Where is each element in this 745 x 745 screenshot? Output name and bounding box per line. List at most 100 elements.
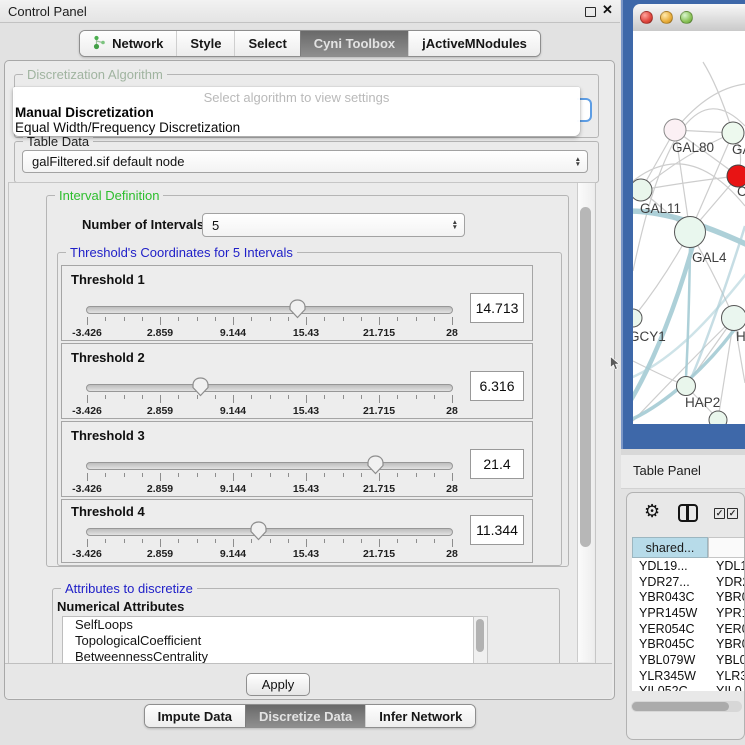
num-intervals-combobox[interactable]: 5 ▲ ▼ bbox=[202, 213, 465, 237]
attributes-group-label: Attributes to discretize bbox=[61, 581, 197, 596]
table-row[interactable]: YBR043CYBR0 bbox=[632, 589, 745, 605]
list-scrollbar[interactable] bbox=[473, 616, 488, 665]
cell: YER054C bbox=[632, 622, 709, 636]
cell: YDR27... bbox=[632, 575, 709, 589]
threshold-slider[interactable] bbox=[86, 306, 453, 314]
vertical-scrollbar-thumb[interactable] bbox=[580, 207, 591, 547]
tab-jactivemnodules[interactable]: jActiveMNodules bbox=[408, 31, 540, 56]
table-row[interactable]: YIL052CYIL0 bbox=[632, 684, 745, 692]
list-scrollbar-thumb[interactable] bbox=[476, 619, 484, 652]
slider-tick-labels: -3.426 2.859 9.144 15.43 21.715 28 bbox=[87, 327, 452, 339]
threshold-row: Threshold 3 -3.426 2.859 9.144 15.43 21.… bbox=[61, 421, 533, 497]
threshold-label: Threshold 1 bbox=[71, 272, 145, 287]
network-node[interactable] bbox=[633, 309, 642, 327]
horizontal-scrollbar[interactable] bbox=[631, 701, 742, 712]
network-window-titlebar[interactable] bbox=[633, 4, 745, 32]
tab-infer-network[interactable]: Infer Network bbox=[365, 705, 475, 727]
tab-label: Select bbox=[248, 36, 286, 51]
network-node[interactable] bbox=[664, 119, 686, 141]
dropdown-option-manual[interactable]: Manual Discretization bbox=[15, 105, 154, 120]
slider-handle[interactable] bbox=[191, 377, 210, 397]
tick-label: 2.859 bbox=[147, 483, 173, 495]
threshold-label: Threshold 2 bbox=[71, 350, 145, 365]
algorithm-dropdown-popup: Select algorithm to view settings Manual… bbox=[13, 87, 580, 136]
table-row[interactable]: YPR145WYPR1 bbox=[632, 605, 745, 621]
network-canvas[interactable]: GAL80 GA C GAL11 GAL4 GCY1 H HAP2 bbox=[633, 31, 745, 424]
cell: YBL0 bbox=[709, 653, 745, 667]
control-panel-titlebar: Control Panel ✕ bbox=[0, 0, 620, 23]
table-row[interactable]: YDL19...YDL1 bbox=[632, 558, 745, 574]
column-header-name[interactable]: n bbox=[708, 537, 745, 558]
num-intervals-label: Number of Intervals bbox=[82, 217, 204, 232]
table-data-combobox[interactable]: galFiltered.sif default node ▲ ▼ bbox=[22, 150, 588, 173]
tick-label: 28 bbox=[446, 548, 458, 560]
network-node[interactable] bbox=[677, 377, 696, 396]
vertical-scrollbar[interactable] bbox=[577, 183, 594, 662]
tick-label: 21.715 bbox=[363, 548, 395, 560]
numerical-attributes-list[interactable]: SelfLoops TopologicalCoefficient Between… bbox=[62, 616, 488, 665]
tick-label: 2.859 bbox=[147, 548, 173, 560]
tab-label: Impute Data bbox=[158, 709, 232, 724]
tab-style[interactable]: Style bbox=[176, 31, 234, 56]
threshold-value-field[interactable]: 21.4 bbox=[470, 449, 524, 479]
tab-impute-data[interactable]: Impute Data bbox=[145, 705, 245, 727]
network-node[interactable] bbox=[709, 411, 727, 424]
slider-handle[interactable] bbox=[288, 299, 307, 319]
right-side: GAL80 GA C GAL11 GAL4 GCY1 H HAP2 Table … bbox=[621, 0, 745, 745]
table-row[interactable]: YER054CYER0 bbox=[632, 621, 745, 637]
top-tab-strip: Network Style Select Cyni Toolbox jActiv… bbox=[0, 30, 620, 57]
threshold-slider[interactable] bbox=[86, 462, 453, 470]
checkbox-icon[interactable]: ✓ bbox=[714, 508, 725, 519]
column-header-shared[interactable]: shared... bbox=[632, 537, 708, 558]
close-icon[interactable]: ✕ bbox=[602, 2, 613, 18]
checkbox-icon[interactable]: ✓ bbox=[727, 508, 738, 519]
threshold-value-field[interactable]: 6.316 bbox=[470, 371, 524, 401]
tab-select[interactable]: Select bbox=[234, 31, 299, 56]
network-node[interactable] bbox=[675, 217, 706, 248]
list-item[interactable]: SelfLoops bbox=[63, 617, 487, 633]
network-node[interactable] bbox=[633, 179, 652, 201]
threshold-row: Threshold 1 -3.426 2.859 9.144 15.43 21.… bbox=[61, 265, 533, 341]
node-label: HAP2 bbox=[685, 395, 720, 410]
close-traffic-light-icon[interactable] bbox=[640, 11, 653, 24]
table-row[interactable]: YDR27...YDR2 bbox=[632, 574, 745, 590]
table-row[interactable]: YLR345WYLR3 bbox=[632, 668, 745, 684]
tick-label: -3.426 bbox=[72, 548, 102, 560]
dropdown-option-equal-width[interactable]: Equal Width/Frequency Discretization bbox=[15, 120, 240, 135]
tab-network[interactable]: Network bbox=[80, 31, 176, 56]
list-item[interactable]: TopologicalCoefficient bbox=[63, 633, 487, 649]
tick-label: 28 bbox=[446, 483, 458, 495]
tick-label: -3.426 bbox=[72, 327, 102, 339]
float-window-icon[interactable] bbox=[585, 7, 596, 17]
network-node[interactable] bbox=[722, 122, 744, 144]
slider-handle[interactable] bbox=[366, 455, 385, 475]
tab-label: Cyni Toolbox bbox=[314, 36, 395, 51]
dropdown-prompt: Select algorithm to view settings bbox=[13, 90, 580, 105]
tick-label: -3.426 bbox=[72, 483, 102, 495]
table-row[interactable]: YBL079WYBL0 bbox=[632, 652, 745, 668]
network-node[interactable] bbox=[722, 306, 745, 331]
threshold-slider[interactable] bbox=[86, 384, 453, 392]
stepper-icon: ▲ ▼ bbox=[452, 220, 458, 230]
gear-icon[interactable]: ⚙ bbox=[644, 501, 660, 522]
tab-cyni-toolbox[interactable]: Cyni Toolbox bbox=[300, 31, 408, 56]
bottom-tab-strip: Impute Data Discretize Data Infer Networ… bbox=[0, 704, 620, 728]
tab-discretize-data[interactable]: Discretize Data bbox=[245, 705, 365, 727]
horizontal-scrollbar-thumb[interactable] bbox=[632, 702, 729, 711]
zoom-traffic-light-icon[interactable] bbox=[680, 11, 693, 24]
threshold-slider[interactable] bbox=[86, 528, 453, 536]
minimize-traffic-light-icon[interactable] bbox=[660, 11, 673, 24]
slider-handle[interactable] bbox=[249, 521, 268, 541]
tick-label: 15.43 bbox=[293, 483, 319, 495]
slider-tick-labels: -3.426 2.859 9.144 15.43 21.715 28 bbox=[87, 483, 452, 495]
threshold-value-field[interactable]: 11.344 bbox=[470, 515, 524, 545]
apply-button[interactable]: Apply bbox=[246, 673, 310, 696]
threshold-value-field[interactable]: 14.713 bbox=[470, 293, 524, 323]
table-row[interactable]: YBR045CYBR0 bbox=[632, 636, 745, 652]
tick-label: 2.859 bbox=[147, 405, 173, 417]
tick-label: 9.144 bbox=[220, 483, 246, 495]
slider-ticks bbox=[87, 539, 452, 548]
split-view-icon[interactable] bbox=[678, 504, 698, 522]
table-rows[interactable]: YDL19...YDL1 YDR27...YDR2 YBR043CYBR0 YP… bbox=[632, 558, 745, 691]
cell: YDR2 bbox=[709, 575, 745, 589]
